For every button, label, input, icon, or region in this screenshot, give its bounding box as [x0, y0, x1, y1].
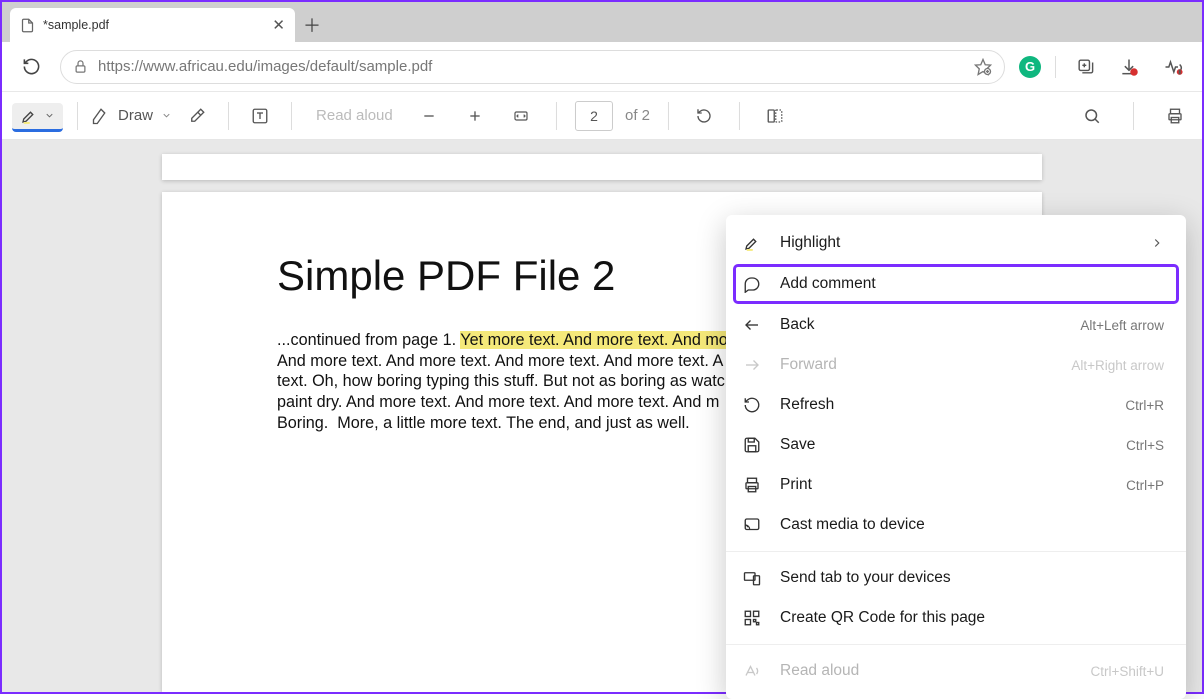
separator — [77, 102, 78, 130]
separator — [556, 102, 557, 130]
read-aloud-button[interactable]: Read aloud — [316, 107, 393, 124]
ctx-cast[interactable]: Cast media to device — [726, 505, 1186, 545]
page-total-label: of 2 — [625, 107, 650, 124]
separator — [1055, 56, 1056, 78]
ctx-label: Read aloud — [780, 662, 859, 680]
favorite-icon[interactable] — [974, 58, 992, 76]
file-icon — [20, 18, 35, 33]
ctx-print[interactable]: Print Ctrl+P — [726, 465, 1186, 505]
context-menu: Highlight Add comment Back Alt+Left arro… — [726, 215, 1186, 699]
page-number-input[interactable] — [575, 101, 613, 131]
ctx-label: Back — [780, 316, 814, 334]
ctx-back[interactable]: Back Alt+Left arrow — [726, 305, 1186, 345]
draw-tool[interactable]: Draw — [92, 107, 172, 125]
url-box[interactable]: https://www.africau.edu/images/default/s… — [60, 50, 1005, 84]
body-prefix: ...continued from page 1. — [277, 331, 460, 349]
ctx-label: Send tab to your devices — [780, 569, 951, 587]
highlighter-icon — [742, 234, 762, 252]
read-aloud-icon — [742, 662, 762, 680]
menu-separator — [726, 644, 1186, 645]
ctx-label: Refresh — [780, 396, 834, 414]
reload-button[interactable] — [16, 52, 46, 82]
zoom-in-button[interactable] — [458, 99, 492, 133]
svg-text:!: ! — [1179, 69, 1180, 74]
ctx-shortcut: Ctrl+Shift+U — [1090, 664, 1164, 679]
chevron-down-icon — [44, 110, 55, 121]
ctx-save[interactable]: Save Ctrl+S — [726, 425, 1186, 465]
find-button[interactable] — [1075, 99, 1109, 133]
pdf-page-prev — [162, 154, 1042, 180]
separator — [1133, 102, 1134, 130]
separator — [739, 102, 740, 130]
ctx-shortcut: Ctrl+P — [1126, 478, 1164, 493]
separator — [668, 102, 669, 130]
fit-width-button[interactable] — [504, 99, 538, 133]
separator — [228, 102, 229, 130]
lock-icon — [73, 59, 88, 74]
downloads-icon[interactable] — [1114, 52, 1144, 82]
pdf-toolbar-right — [1075, 99, 1192, 133]
highlighted-text: Yet more text. And more text. And mo — [460, 331, 728, 349]
body-rest: And more text. And more text. And more t… — [277, 352, 796, 432]
highlight-tool-button[interactable] — [12, 103, 63, 132]
ctx-highlight[interactable]: Highlight — [726, 223, 1186, 263]
comment-icon — [742, 275, 762, 293]
zoom-out-button[interactable] — [412, 99, 446, 133]
ctx-shortcut: Alt+Right arrow — [1071, 358, 1164, 373]
url-text: https://www.africau.edu/images/default/s… — [98, 58, 432, 75]
print-button[interactable] — [1158, 99, 1192, 133]
draw-label: Draw — [118, 107, 153, 124]
chevron-right-icon — [1150, 236, 1164, 250]
pdf-toolbar: Draw Read aloud of 2 — [2, 92, 1202, 140]
ctx-add-comment[interactable]: Add comment — [734, 265, 1178, 303]
ctx-label: Print — [780, 476, 812, 494]
browser-tab[interactable]: *sample.pdf ✕ — [10, 8, 295, 42]
ctx-refresh[interactable]: Refresh Ctrl+R — [726, 385, 1186, 425]
refresh-icon — [742, 396, 762, 414]
tab-strip: *sample.pdf ✕ ＋ — [2, 2, 1202, 42]
chevron-down-icon — [161, 110, 172, 121]
zoom-page-controls: of 2 — [412, 99, 792, 133]
grammarly-icon[interactable]: G — [1019, 56, 1041, 78]
ctx-qr[interactable]: Create QR Code for this page — [726, 598, 1186, 638]
tab-title: *sample.pdf — [43, 18, 109, 32]
close-tab-icon[interactable]: ✕ — [272, 16, 285, 34]
menu-separator — [726, 551, 1186, 552]
ctx-label: Forward — [780, 356, 837, 374]
address-bar-row: https://www.africau.edu/images/default/s… — [2, 42, 1202, 92]
new-tab-button[interactable]: ＋ — [295, 8, 329, 42]
collections-icon[interactable] — [1070, 52, 1100, 82]
ctx-label: Add comment — [780, 275, 876, 293]
ctx-label: Highlight — [780, 234, 840, 252]
devices-icon — [742, 569, 762, 587]
back-arrow-icon — [742, 316, 762, 334]
ctx-send-tab[interactable]: Send tab to your devices — [726, 558, 1186, 598]
performance-icon[interactable]: ! — [1158, 52, 1188, 82]
ctx-label: Save — [780, 436, 815, 454]
toolbar-right: G ! — [1019, 52, 1188, 82]
pen-icon — [92, 107, 110, 125]
ctx-read-aloud: Read aloud Ctrl+Shift+U — [726, 651, 1186, 691]
page-view-button[interactable] — [758, 99, 792, 133]
qr-icon — [742, 609, 762, 627]
rotate-button[interactable] — [687, 99, 721, 133]
text-tool-button[interactable] — [243, 99, 277, 133]
ctx-shortcut: Ctrl+R — [1125, 398, 1164, 413]
separator — [291, 102, 292, 130]
ctx-label: Create QR Code for this page — [780, 609, 985, 627]
cast-icon — [742, 516, 762, 534]
ctx-shortcut: Ctrl+S — [1126, 438, 1164, 453]
print-icon — [742, 476, 762, 494]
ctx-shortcut: Alt+Left arrow — [1080, 318, 1164, 333]
ctx-forward: Forward Alt+Right arrow — [726, 345, 1186, 385]
save-icon — [742, 436, 762, 454]
ctx-label: Cast media to device — [780, 516, 925, 534]
forward-arrow-icon — [742, 356, 762, 374]
erase-tool-button[interactable] — [180, 99, 214, 133]
